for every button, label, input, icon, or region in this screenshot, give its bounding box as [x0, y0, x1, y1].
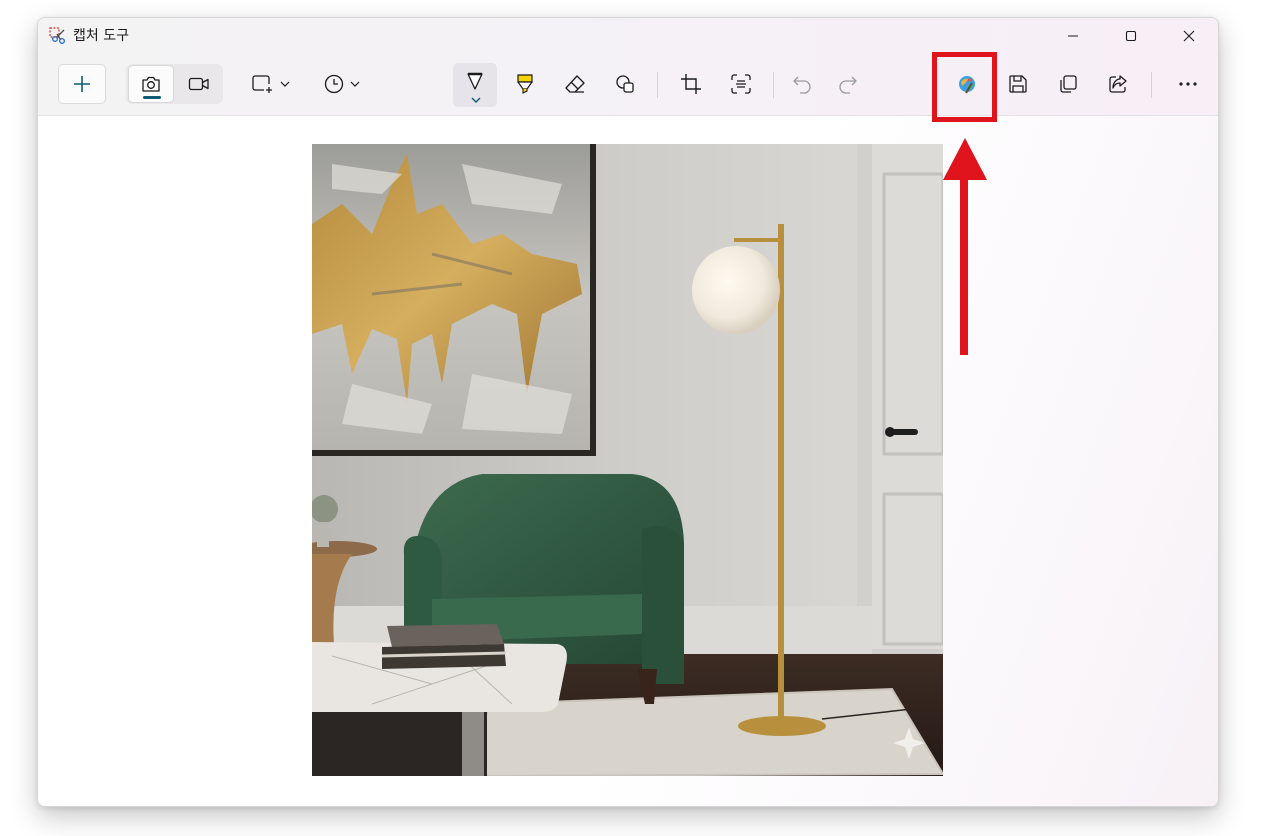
- close-button[interactable]: [1160, 18, 1218, 54]
- ballpoint-pen-button[interactable]: [453, 63, 497, 107]
- crop-icon: [681, 74, 701, 94]
- undo-icon: [793, 76, 811, 94]
- annotation-highlight-box: [932, 52, 997, 122]
- save-button[interactable]: [996, 64, 1040, 104]
- snip-mode-photo-button[interactable]: [128, 65, 174, 103]
- chevron-down-icon: [471, 97, 481, 103]
- camera-icon: [142, 76, 160, 92]
- highlighter-button[interactable]: [503, 64, 547, 104]
- pen-icon: [467, 72, 483, 90]
- redo-button[interactable]: [826, 64, 870, 104]
- close-icon: [1183, 30, 1195, 42]
- more-icon: [1179, 82, 1197, 86]
- shapes-button[interactable]: [603, 64, 647, 104]
- maximize-icon: [1125, 30, 1137, 42]
- app-title: 캡처 도구: [73, 28, 129, 44]
- undo-button[interactable]: [780, 64, 824, 104]
- annotation-arrow-shaft: [960, 176, 968, 355]
- new-capture-button[interactable]: [58, 64, 106, 104]
- plus-icon: [74, 76, 90, 92]
- clock-icon: [324, 74, 344, 94]
- capture-mode-switch: [126, 64, 223, 104]
- video-camera-icon: [188, 77, 209, 91]
- minimize-icon: [1068, 35, 1078, 37]
- toolbar-divider: [1151, 72, 1152, 98]
- annotation-arrow-head: [943, 138, 987, 180]
- toolbar-divider: [657, 72, 658, 98]
- eraser-button[interactable]: [553, 64, 597, 104]
- save-icon: [1009, 75, 1027, 93]
- copy-icon: [1060, 75, 1077, 93]
- text-actions-button[interactable]: [719, 64, 763, 104]
- highlighter-icon: [517, 74, 533, 94]
- selected-indicator: [143, 96, 161, 99]
- minimize-button[interactable]: [1044, 18, 1102, 54]
- snipping-tool-app-icon: [49, 27, 67, 45]
- toolbar-divider: [773, 72, 774, 98]
- share-icon: [1109, 75, 1127, 93]
- chevron-down-icon: [350, 81, 360, 87]
- crop-button[interactable]: [669, 64, 713, 104]
- rectangle-snip-icon: [252, 75, 272, 93]
- share-button[interactable]: [1096, 64, 1140, 104]
- chevron-down-icon: [280, 81, 290, 87]
- title-bar: 캡처 도구: [38, 18, 1218, 54]
- text-actions-icon: [731, 74, 751, 94]
- shapes-icon: [616, 75, 634, 93]
- toolbar: [38, 60, 1218, 110]
- more-options-button[interactable]: [1166, 64, 1210, 104]
- delay-dropdown[interactable]: [314, 64, 370, 104]
- maximize-button[interactable]: [1102, 18, 1160, 54]
- copy-button[interactable]: [1046, 64, 1090, 104]
- snip-mode-video-button[interactable]: [176, 65, 222, 103]
- snip-shape-dropdown[interactable]: [244, 64, 298, 104]
- window-chrome: 캡처 도구: [38, 18, 1218, 116]
- redo-icon: [839, 76, 857, 94]
- eraser-icon: [565, 75, 585, 93]
- captured-image: [312, 144, 943, 776]
